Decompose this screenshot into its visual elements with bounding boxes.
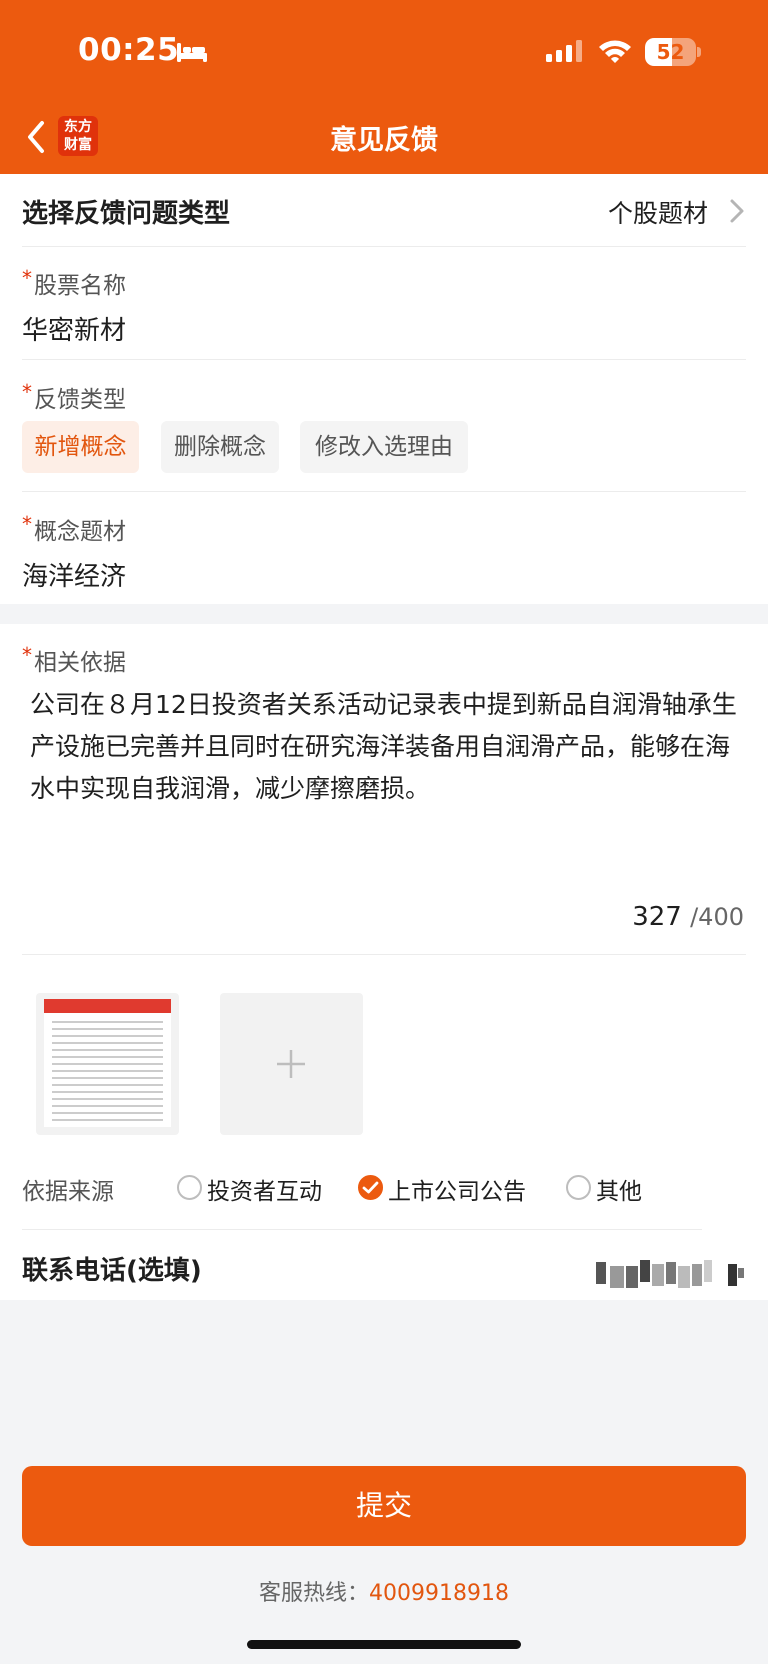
status-time: 00:25 <box>78 32 180 68</box>
service-hotline: 客服热线：4009918918 <box>0 1575 768 1607</box>
radio-unchecked-icon <box>177 1175 202 1200</box>
required-mark: * <box>22 266 32 290</box>
battery-level: 52 <box>656 40 685 64</box>
phone-label: 联系电话(选填) <box>22 1256 202 1286</box>
feedback-category-label: 选择反馈问题类型 <box>22 199 231 229</box>
attachment-thumbnail[interactable] <box>36 993 179 1135</box>
hotline-number[interactable]: 4009918918 <box>369 1581 509 1606</box>
feedback-type-chip-delete[interactable]: 删除概念 <box>161 421 279 473</box>
add-attachment-button[interactable] <box>220 993 363 1135</box>
signal-icon <box>546 40 582 62</box>
nav-bar: 东方 财富 意见反馈 <box>0 100 768 174</box>
divider <box>22 246 746 247</box>
divider <box>22 1229 702 1230</box>
plus-icon <box>277 1050 305 1078</box>
document-preview-image <box>44 999 171 1127</box>
basis-label: *相关依据 <box>22 643 126 677</box>
feedback-category-value[interactable]: 个股题材 <box>608 194 708 230</box>
source-option-investor[interactable]: 投资者互动 <box>177 1172 337 1205</box>
source-label: 依据来源 <box>22 1179 114 1205</box>
concept-label-text: 概念题材 <box>34 519 126 545</box>
home-indicator[interactable] <box>247 1640 521 1649</box>
char-max: /400 <box>690 903 744 931</box>
required-mark: * <box>22 643 32 667</box>
basis-textarea[interactable]: 公司在８月12日投资者关系活动记录表中提到新品自润滑轴承生产设施已完善并且同时在… <box>30 684 740 810</box>
source-option-investor-label: 投资者互动 <box>207 1179 322 1205</box>
hotline-label: 客服热线： <box>259 1581 370 1606</box>
feedback-type-chip-add[interactable]: 新增概念 <box>22 421 139 473</box>
source-option-other[interactable]: 其他 <box>566 1172 656 1205</box>
wifi-icon <box>599 40 631 63</box>
header: 00:25 52 东方 财富 意见反馈 <box>0 0 768 174</box>
feedback-type-chip-modify[interactable]: 修改入选理由 <box>300 421 468 473</box>
source-option-announcement-label: 上市公司公告 <box>388 1179 526 1205</box>
phone-input[interactable] <box>582 1258 747 1288</box>
required-mark: * <box>22 380 32 404</box>
battery-icon: 52 <box>645 38 701 66</box>
concept-label: *概念题材 <box>22 512 126 546</box>
basis-label-text: 相关依据 <box>34 650 126 676</box>
divider <box>22 491 746 492</box>
source-option-announcement[interactable]: 上市公司公告 <box>358 1172 543 1205</box>
char-count: 327 <box>632 902 682 932</box>
source-option-other-label: 其他 <box>596 1179 642 1205</box>
status-bar: 00:25 52 <box>0 0 768 100</box>
radio-unchecked-icon <box>566 1175 591 1200</box>
feedback-type-label: *反馈类型 <box>22 380 126 414</box>
required-mark: * <box>22 512 32 536</box>
divider <box>22 359 746 360</box>
bed-icon <box>177 43 207 62</box>
stock-name-label: *股票名称 <box>22 266 126 300</box>
page-title: 意见反馈 <box>330 125 438 156</box>
concept-value[interactable]: 海洋经济 <box>22 556 126 593</box>
char-counter: 327 /400 <box>632 902 744 932</box>
divider <box>22 954 746 955</box>
stock-name-label-text: 股票名称 <box>34 273 126 299</box>
radio-checked-icon <box>358 1175 383 1200</box>
stock-name-value[interactable]: 华密新材 <box>22 310 126 347</box>
feedback-type-label-text: 反馈类型 <box>34 387 126 413</box>
submit-button[interactable]: 提交 <box>22 1466 746 1546</box>
chevron-right-icon[interactable] <box>728 197 746 225</box>
